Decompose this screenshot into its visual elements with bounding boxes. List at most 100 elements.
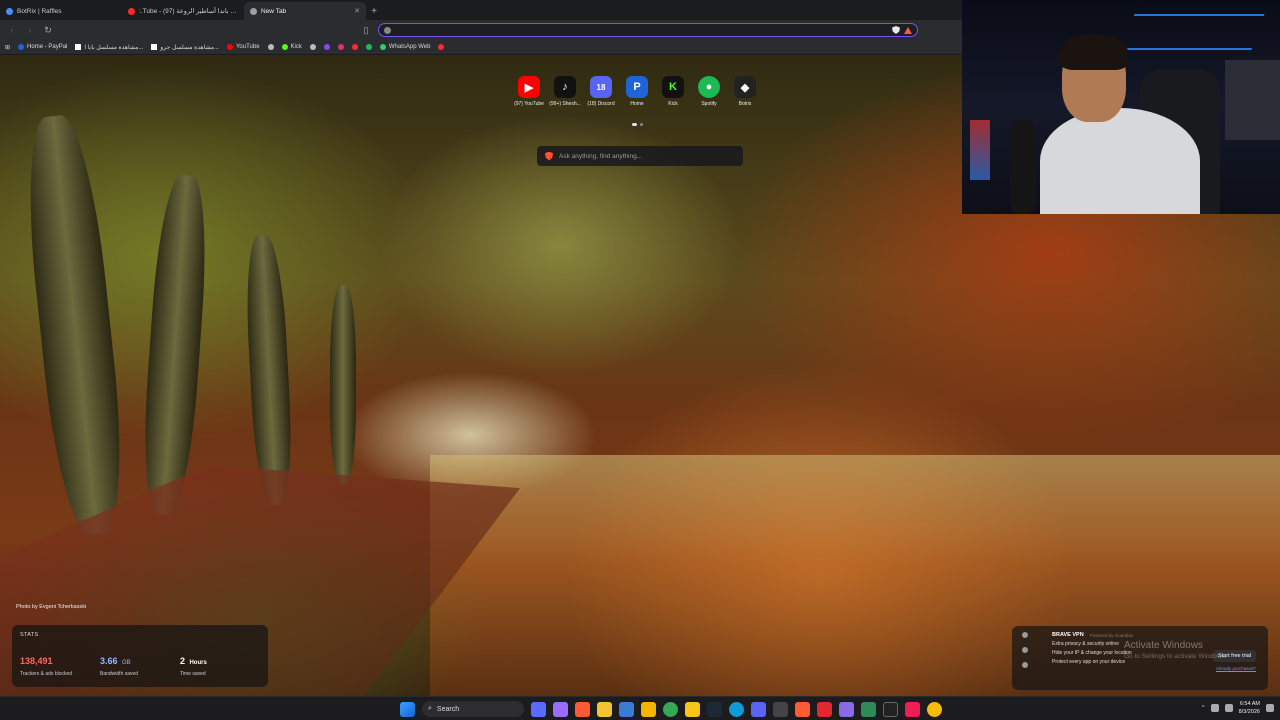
botrix-icon <box>6 7 13 15</box>
capcut-icon[interactable] <box>883 701 898 717</box>
windows-taskbar: ⌕ Search ^ 6:54 AM 8/3/2026 <box>0 696 1280 720</box>
leo-search-box[interactable] <box>537 146 743 166</box>
notifications-icon[interactable] <box>1266 704 1274 712</box>
youtube-icon <box>128 7 135 15</box>
taskbar-search[interactable]: ⌕ Search <box>422 701 524 717</box>
bookmark-globe-2[interactable] <box>309 44 316 50</box>
browser-toolbar: ‹ › ↻ ▯ <box>0 20 962 40</box>
top-site-discord[interactable]: 18 (18) Discord <box>586 76 616 107</box>
site-info-icon[interactable] <box>384 26 391 34</box>
bookmark-series-1[interactable]: مشاهدة مسلسل بابا ا... <box>75 44 143 51</box>
forward-icon[interactable]: › <box>24 24 36 36</box>
already-purchased-link[interactable]: Already purchased? <box>1216 666 1256 671</box>
background-tree <box>18 112 132 538</box>
clock-date: 8/3/2026 <box>1238 709 1260 715</box>
brave-icon-2[interactable] <box>795 701 810 717</box>
bookmark-youtube-2[interactable] <box>351 44 358 50</box>
brave-shields-icon[interactable] <box>892 26 900 34</box>
bookmark-netflix[interactable] <box>438 44 445 50</box>
bookmark-icon[interactable]: ▯ <box>360 24 372 36</box>
bookmark-paypal[interactable]: Home - PayPal <box>18 44 67 50</box>
vpn-title: BRAVE VPN <box>1052 632 1084 638</box>
paypal-icon: P <box>626 76 648 98</box>
address-input[interactable] <box>395 26 888 34</box>
chrome-icon-2[interactable] <box>927 701 942 717</box>
steam-icon[interactable] <box>707 701 722 717</box>
tab-youtube[interactable]: :.Tube - كونفو باندا أساطير الروعة (97) <box>122 2 244 20</box>
trackers-value: 138,491 <box>20 656 53 666</box>
edge-icon[interactable] <box>729 701 744 717</box>
kick-icon <box>281 44 288 50</box>
bookmark-youtube[interactable]: YouTube <box>226 44 260 50</box>
bookmark-kick[interactable]: Kick <box>281 44 302 50</box>
bookmark-globe[interactable] <box>267 44 274 50</box>
botrix-icon: ◆ <box>734 76 756 98</box>
bandwidth-unit: GB <box>121 660 131 666</box>
tab-botrix[interactable]: BotRix | Raffles <box>0 2 122 20</box>
files-icon[interactable] <box>597 701 612 717</box>
bookmark-spotify[interactable] <box>365 44 372 50</box>
top-site-kick[interactable]: K Kick <box>658 76 688 107</box>
stat-time: 2 Hours Time saved <box>180 651 260 677</box>
new-tab-button[interactable]: + <box>366 2 382 20</box>
top-sites-pager[interactable] <box>632 123 643 126</box>
tab-new-tab[interactable]: New Tab ✕ <box>244 2 366 20</box>
top-site-youtube[interactable]: ▶ (97) YouTube <box>514 76 544 107</box>
twitch-icon <box>323 44 330 50</box>
volume-icon[interactable] <box>1224 704 1233 712</box>
acrobat-icon[interactable] <box>817 701 832 717</box>
tiktok-icon[interactable] <box>905 701 920 717</box>
chevron-up-icon[interactable]: ^ <box>1202 705 1205 711</box>
top-site-tiktok[interactable]: ♪ (99+) Shesh... <box>549 76 581 107</box>
reload-icon[interactable]: ↻ <box>42 24 54 36</box>
top-site-botrix[interactable]: ◆ Botrix <box>730 76 760 107</box>
top-sites: ▶ (97) YouTube ♪ (99+) Shesh... 18 (18) … <box>514 76 760 107</box>
top-site-paypal[interactable]: P Home <box>622 76 652 107</box>
store-icon[interactable] <box>619 701 634 717</box>
explorer-icon[interactable] <box>641 701 656 717</box>
network-icon[interactable] <box>1210 704 1219 712</box>
apps-grid-icon[interactable]: ⊞ <box>5 44 10 51</box>
paypal-icon <box>18 44 25 50</box>
widgets-icon[interactable] <box>531 701 546 717</box>
leo-search-input[interactable] <box>559 152 735 160</box>
kick-icon: K <box>662 76 684 98</box>
copilot-icon[interactable] <box>553 701 568 717</box>
bookmarks-bar: ⊞ Home - PayPal مشاهدة مسلسل بابا ا... م… <box>0 40 962 55</box>
close-tab-icon[interactable]: ✕ <box>354 7 360 15</box>
app3-icon[interactable] <box>839 701 854 717</box>
app4-icon[interactable] <box>861 701 876 717</box>
system-clock[interactable]: 6:54 AM 8/3/2026 <box>1239 700 1260 716</box>
clock-time: 6:54 AM <box>1239 701 1260 707</box>
brave-icon[interactable] <box>575 701 590 717</box>
bookmark-whatsapp[interactable]: WhatsApp Web <box>379 44 430 50</box>
photo-credit[interactable]: Photo by Evgeni Tcherkasski <box>16 604 86 610</box>
stat-trackers: 138,491 Trackers & ads blocked <box>20 651 100 677</box>
start-icon[interactable] <box>400 701 415 717</box>
vpn-shield-icon <box>1022 632 1028 638</box>
vpn-powered-by: Powered by Guardian <box>1089 632 1134 638</box>
trackers-label: Trackers & ads blocked <box>20 671 73 677</box>
top-site-label: Kick <box>668 101 678 107</box>
bookmark-twitch[interactable] <box>323 44 330 50</box>
streamer-hair <box>1060 34 1128 70</box>
chrome-icon[interactable] <box>663 701 678 717</box>
page-icon <box>75 44 82 50</box>
streamer-body <box>1040 108 1200 214</box>
discord-icon[interactable] <box>751 701 766 717</box>
brave-logo-icon <box>545 151 553 161</box>
spotify-icon: ● <box>698 76 720 98</box>
brave-rewards-icon[interactable] <box>904 26 912 34</box>
bookmark-instagram[interactable] <box>337 44 344 50</box>
app-icon[interactable] <box>685 701 700 717</box>
tiktok-icon: ♪ <box>554 76 576 98</box>
top-site-spotify[interactable]: ● Spotify <box>694 76 724 107</box>
bookmark-series-2[interactable]: مشاهدة مسلسل جرو... <box>151 44 219 51</box>
address-bar[interactable] <box>378 23 918 37</box>
app2-icon[interactable] <box>773 701 788 717</box>
globe-icon <box>309 44 316 50</box>
back-icon[interactable]: ‹ <box>6 24 18 36</box>
time-unit: Hours <box>189 660 207 666</box>
youtube-icon <box>226 44 233 50</box>
top-site-label: (18) Discord <box>587 101 615 107</box>
